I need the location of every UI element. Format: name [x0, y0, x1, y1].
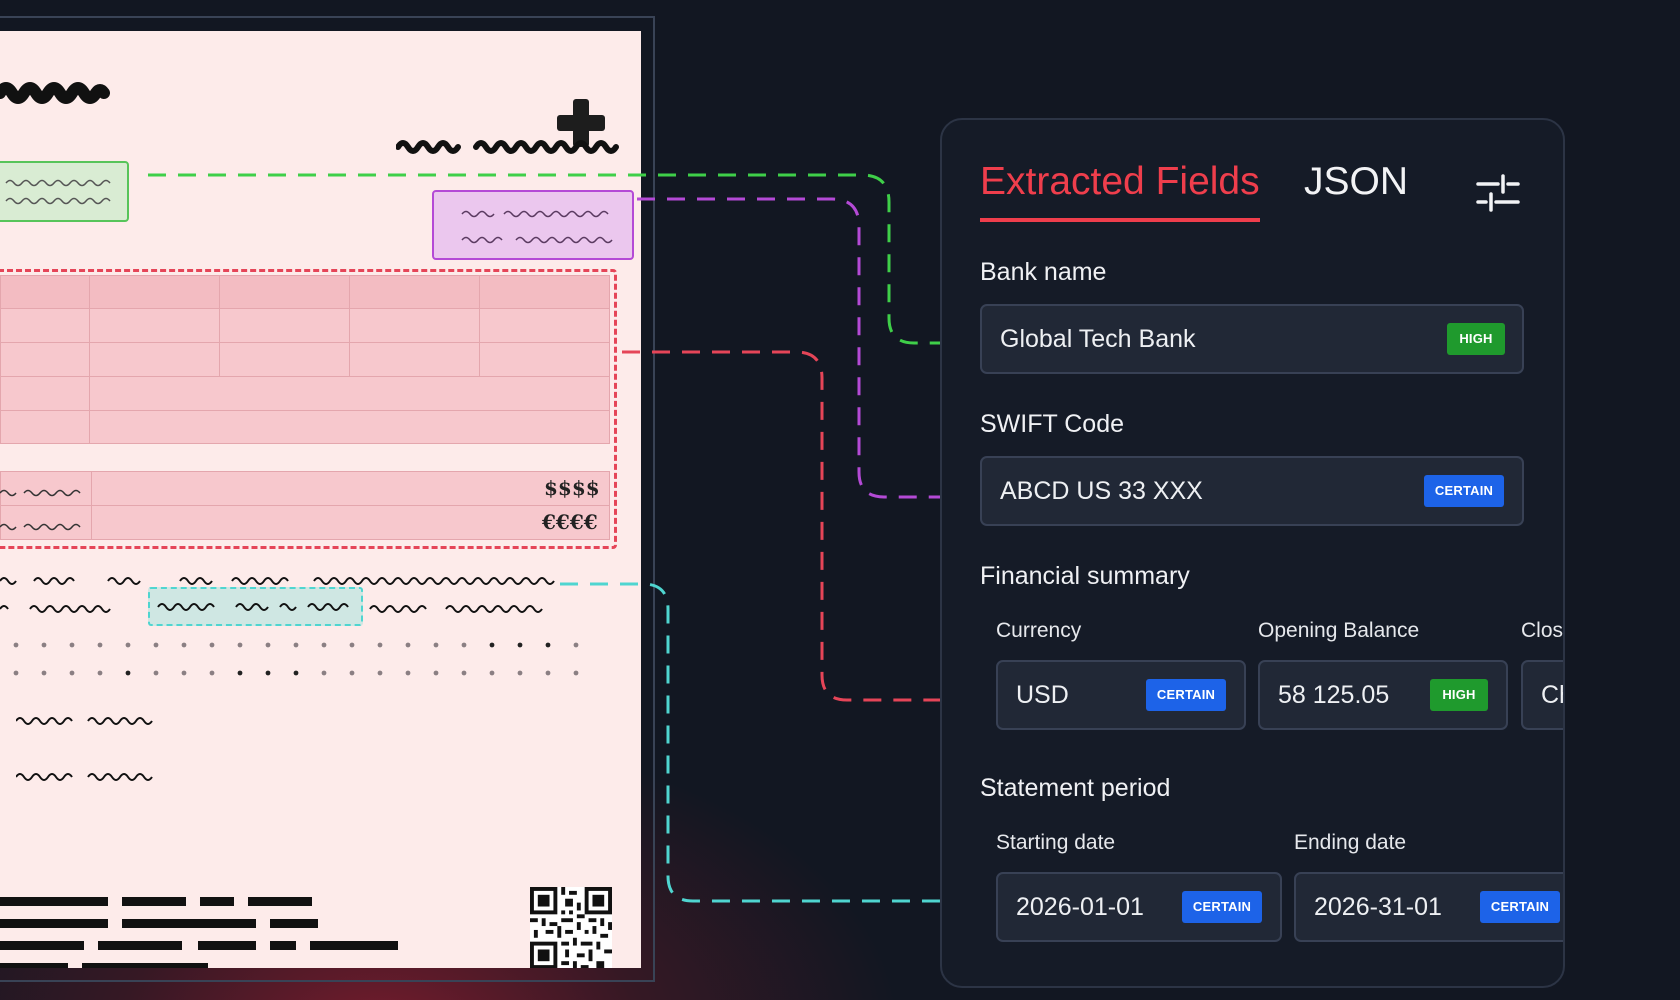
closing-balance-value: Ch	[1541, 681, 1563, 709]
starting-date-label: Starting date	[996, 831, 1116, 854]
ending-date-value: 2026-31-01	[1314, 893, 1442, 921]
currency-confidence-badge: CERTAIN	[1146, 679, 1226, 711]
sliders-icon[interactable]	[1476, 172, 1520, 212]
currency-field[interactable]: USD CERTAIN	[996, 660, 1246, 730]
swift-code-connector	[637, 197, 946, 499]
tab-json[interactable]: JSON	[1304, 160, 1408, 204]
statement-period-label: Statement period	[980, 774, 1171, 802]
ending-date-field[interactable]: 2026-31-01 CERTAIN	[1294, 872, 1563, 942]
swift-code-label: SWIFT Code	[980, 410, 1125, 438]
bank-name-field[interactable]: Global Tech Bank HIGH	[980, 304, 1524, 374]
tab-extracted-fields[interactable]: Extracted Fields	[980, 160, 1260, 222]
extracted-fields-panel: Extracted Fields JSON Bank name Global T…	[940, 118, 1565, 988]
financial-summary-label: Financial summary	[980, 562, 1190, 590]
opening-balance-field[interactable]: 58 125.05 HIGH	[1258, 660, 1508, 730]
currency-value: USD	[1016, 681, 1069, 709]
closing-balance-label: Clos	[1521, 619, 1564, 642]
swift-code-confidence-badge: CERTAIN	[1424, 475, 1504, 507]
panel-tabs: Extracted Fields JSON	[980, 160, 1540, 222]
currency-label: Currency	[996, 619, 1082, 642]
closing-balance-field[interactable]: Ch	[1521, 660, 1563, 730]
opening-balance-value: 58 125.05	[1278, 681, 1390, 709]
opening-balance-confidence-badge: HIGH	[1430, 679, 1488, 711]
swift-code-value: ABCD US 33 XXX	[1000, 477, 1203, 505]
starting-date-confidence-badge: CERTAIN	[1182, 891, 1262, 923]
ending-date-confidence-badge: CERTAIN	[1480, 891, 1560, 923]
bank-name-label: Bank name	[980, 258, 1107, 286]
starting-date-field[interactable]: 2026-01-01 CERTAIN	[996, 872, 1282, 942]
bank-name-value: Global Tech Bank	[1000, 325, 1196, 353]
swift-code-field[interactable]: ABCD US 33 XXX CERTAIN	[980, 456, 1524, 526]
bank-name-confidence-badge: HIGH	[1447, 323, 1505, 355]
opening-balance-label: Opening Balance	[1258, 619, 1420, 642]
ending-date-label: Ending date	[1294, 831, 1407, 854]
statement-period-connector	[560, 582, 962, 903]
starting-date-value: 2026-01-01	[1016, 893, 1144, 921]
financial-summary-connector	[622, 350, 946, 702]
